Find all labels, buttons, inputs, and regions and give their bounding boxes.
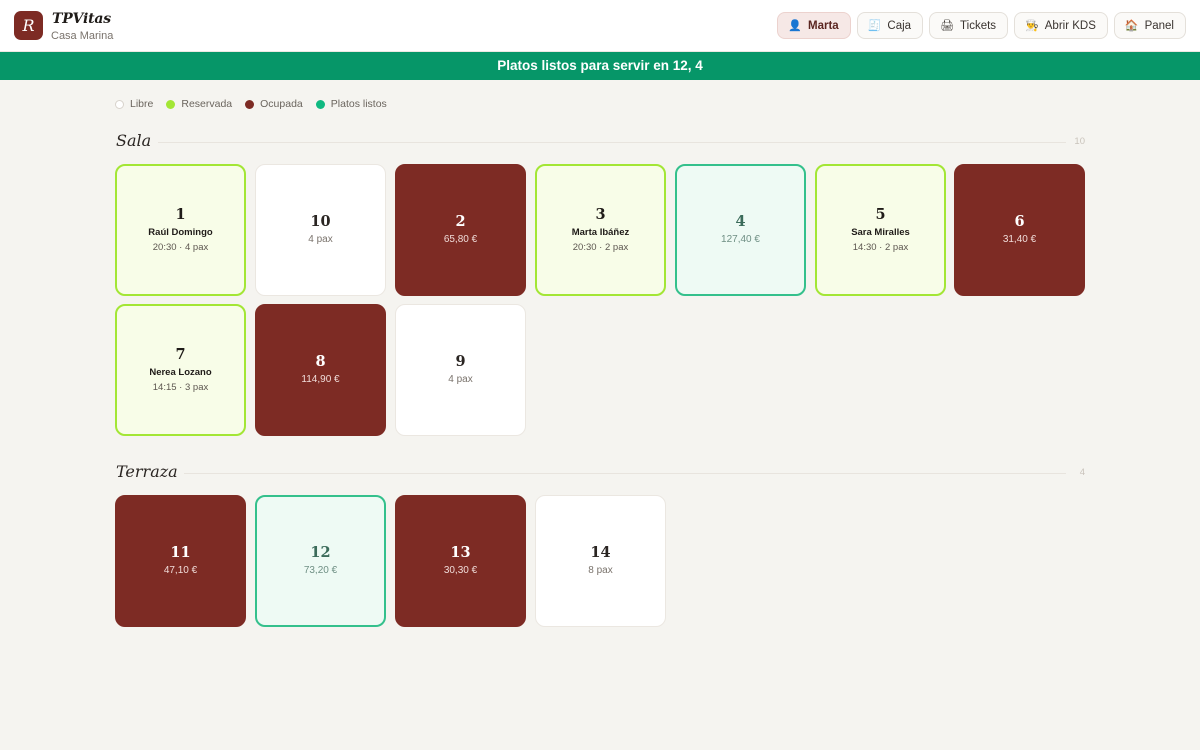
table-capacity: 4 pax	[308, 234, 333, 245]
table-number: 10	[310, 213, 331, 230]
reservation-info: 20:30 · 4 pax	[152, 242, 209, 253]
user-button[interactable]: 👤 Marta	[777, 12, 851, 39]
table-9[interactable]: 9 4 pax	[395, 304, 526, 436]
reservation-name: Sara Miralles	[851, 227, 910, 238]
table-number: 6	[1014, 213, 1025, 230]
panel-button[interactable]: 🏠 Panel	[1113, 12, 1186, 39]
status-dot-platos-listos	[315, 99, 325, 109]
table-number: 14	[590, 544, 611, 561]
table-capacity: 8 pax	[588, 565, 613, 576]
status-dot-reservada	[166, 99, 176, 109]
section-divider	[158, 142, 1066, 143]
user-icon: 👤	[788, 20, 803, 32]
table-number: 11	[170, 544, 191, 561]
table-10[interactable]: 10 4 pax	[255, 164, 386, 296]
status-legend: Libre Reservada Ocupada Platos listos	[115, 98, 387, 110]
restaurant-name: Casa Marina	[51, 30, 114, 42]
status-dot-ocupada	[245, 99, 255, 109]
chef-icon: 👨‍🍳	[1025, 20, 1039, 32]
table-total: 114,90 €	[301, 374, 340, 385]
table-2[interactable]: 2 65,80 €	[395, 164, 526, 296]
table-total: 73,20 €	[303, 565, 338, 576]
legend-item-libre: Libre	[115, 98, 153, 110]
table-6[interactable]: 6 31,40 €	[954, 164, 1085, 296]
table-4[interactable]: 4 127,40 €	[675, 164, 806, 296]
printer-icon: 🖨	[940, 20, 955, 32]
table-total: 47,10 €	[163, 565, 198, 576]
table-total: 30,30 €	[443, 565, 478, 576]
table-number: 9	[455, 353, 466, 370]
table-number: 12	[310, 544, 331, 561]
receipt-icon: 🧾	[867, 20, 882, 32]
app-title: TPVitas	[52, 11, 111, 27]
reservation-info: 14:30 · 2 pax	[852, 242, 909, 253]
user-button-label: Marta	[808, 19, 839, 32]
legend-label: Platos listos	[330, 98, 387, 110]
table-number: 1	[175, 206, 186, 223]
legend-item-platos-listos: Platos listos	[315, 98, 387, 110]
table-number: 4	[735, 213, 746, 230]
table-7[interactable]: 7 Nerea Lozano 14:15 · 3 pax	[115, 304, 246, 436]
reservation-name: Nerea Lozano	[149, 367, 212, 378]
table-capacity: 4 pax	[448, 374, 473, 385]
legend-label: Libre	[130, 98, 154, 110]
table-8[interactable]: 8 114,90 €	[255, 304, 386, 436]
legend-label: Ocupada	[260, 98, 303, 110]
table-5[interactable]: 5 Sara Miralles 14:30 · 2 pax	[815, 164, 946, 296]
reservation-name: Marta Ibáñez	[571, 227, 630, 238]
table-total: 65,80 €	[443, 234, 478, 245]
open-kds-button[interactable]: 👨‍🍳 Abrir KDS	[1014, 12, 1108, 39]
top-bar: R TPVitas Casa Marina 👤 Marta 🧾 Caja 🖨 T…	[0, 0, 1200, 52]
table-number: 8	[315, 353, 326, 370]
table-number: 2	[455, 213, 466, 230]
table-number: 13	[450, 544, 471, 561]
legend-item-ocupada: Ocupada	[245, 98, 303, 110]
ready-dishes-banner: Platos listos para servir en 12, 4	[0, 52, 1200, 80]
status-dot-libre	[115, 99, 124, 109]
open-kds-button-label: Abrir KDS	[1044, 19, 1096, 32]
tickets-button-label: Tickets	[960, 19, 997, 32]
section-title-terraza: Terraza	[116, 462, 178, 481]
table-1[interactable]: 1 Raúl Domingo 20:30 · 4 pax	[115, 164, 246, 296]
table-11[interactable]: 11 47,10 €	[115, 495, 246, 627]
panel-button-label: Panel	[1144, 19, 1174, 32]
caja-button-label: Caja	[887, 19, 912, 32]
legend-item-reservada: Reservada	[166, 98, 232, 110]
table-total: 31,40 €	[1002, 234, 1037, 245]
caja-button[interactable]: 🧾 Caja	[856, 12, 924, 39]
table-number: 5	[875, 206, 886, 223]
reservation-info: 20:30 · 2 pax	[572, 242, 629, 253]
restaurant-logo: R	[14, 11, 43, 40]
table-total: 127,40 €	[721, 234, 760, 245]
section-divider	[184, 473, 1066, 474]
legend-label: Reservada	[181, 98, 233, 110]
home-icon: 🏠	[1124, 20, 1139, 32]
table-number: 3	[595, 206, 606, 223]
header-nav: 👤 Marta 🧾 Caja 🖨 Tickets 👨‍🍳 Abrir KDS 🏠…	[777, 12, 1186, 39]
table-13[interactable]: 13 30,30 €	[395, 495, 526, 627]
section-count-sala: 10	[1074, 136, 1085, 147]
reservation-name: Raúl Domingo	[148, 227, 213, 238]
table-12[interactable]: 12 73,20 €	[255, 495, 386, 627]
table-number: 7	[175, 346, 186, 363]
table-14[interactable]: 14 8 pax	[535, 495, 666, 627]
reservation-info: 14:15 · 3 pax	[152, 382, 209, 393]
section-count-terraza: 4	[1079, 467, 1085, 478]
section-title-sala: Sala	[116, 131, 152, 150]
tickets-button[interactable]: 🖨 Tickets	[929, 12, 1009, 39]
table-3[interactable]: 3 Marta Ibáñez 20:30 · 2 pax	[535, 164, 666, 296]
